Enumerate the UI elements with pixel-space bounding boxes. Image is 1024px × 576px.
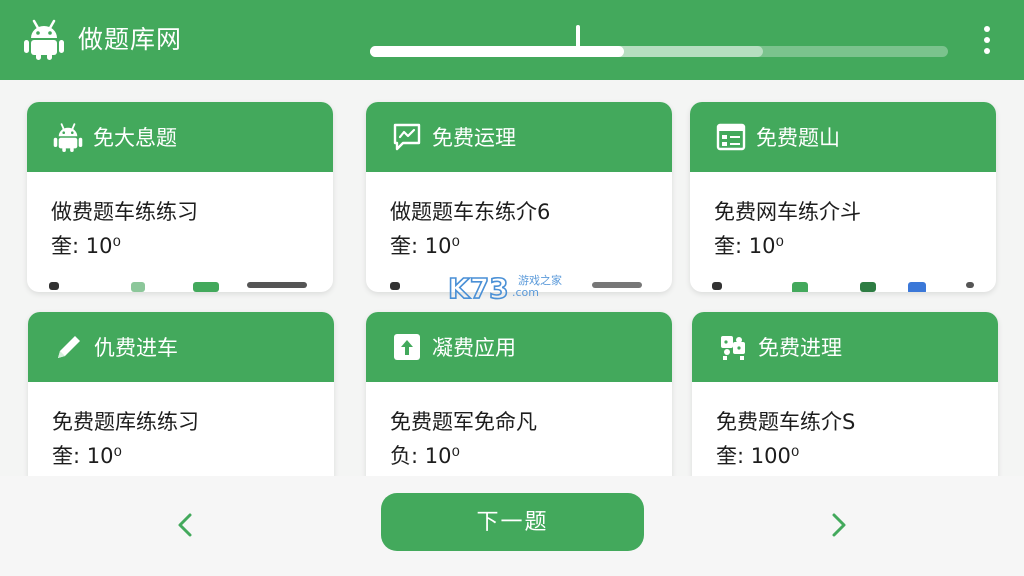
card-header: 免费运理 <box>366 102 672 172</box>
android-icon <box>24 19 64 60</box>
card-title: 仇费进车 <box>94 336 178 360</box>
card-title: 免费运理 <box>432 126 516 150</box>
question-bank-card[interactable]: 凝费应用 免费题军免命凡 负: 10⁰ <box>366 312 672 502</box>
next-question-button[interactable]: 下一题 <box>381 493 644 551</box>
card-question-count: 奎: 10⁰ <box>51 234 121 258</box>
card-question-count: 奎: 10⁰ <box>52 444 122 468</box>
card-title: 免费题山 <box>756 126 840 150</box>
question-bank-card[interactable]: 免费进理 免费题车练介S 奎: 100⁰ <box>692 312 998 502</box>
card-question-count: 奎: 10⁰ <box>714 234 784 258</box>
app-title: 做题库网 <box>78 25 183 54</box>
card-header: 凝费应用 <box>366 312 672 382</box>
card-title: 免大息题 <box>93 126 177 150</box>
top-app-bar: 做题库网 <box>0 0 1024 80</box>
card-question-count: 奎: 100⁰ <box>716 444 800 468</box>
card-bank-name: 免费题车练介S <box>716 410 856 434</box>
card-header: 免大息题 <box>27 102 333 172</box>
chat-chart-icon <box>393 123 421 151</box>
card-meta-row <box>27 280 333 292</box>
more-vert-icon[interactable] <box>976 24 998 56</box>
chevron-left-icon[interactable] <box>174 512 198 538</box>
svg-text:K73: K73 <box>448 272 509 305</box>
card-title: 免费进理 <box>758 336 842 360</box>
card-bank-name: 免费题库练练习 <box>52 410 199 434</box>
card-header: 仇费进车 <box>28 312 334 382</box>
card-question-count: 负: 10⁰ <box>390 444 460 468</box>
card-meta-row <box>690 280 996 292</box>
question-bank-card[interactable]: 免费题山 免费网车练介斗 奎: 10⁰ <box>690 102 996 292</box>
card-bank-name: 免费题军免命凡 <box>390 410 537 434</box>
quiz-progress-bar <box>370 46 948 57</box>
card-bank-name: 做费题车练练习 <box>51 200 198 224</box>
pencil-icon <box>58 336 80 358</box>
puzzle-robot-icon <box>721 336 745 360</box>
card-header: 免费题山 <box>690 102 996 172</box>
card-title: 凝费应用 <box>432 336 516 360</box>
watermark-text: 游戏之家.com <box>512 274 562 299</box>
android-icon <box>53 123 83 152</box>
upload-app-icon <box>394 334 420 360</box>
card-header: 免费进理 <box>692 312 998 382</box>
card-bank-name: 免费网车练介斗 <box>714 200 861 224</box>
question-bank-card[interactable]: 免费运理 做题题车东练介6 奎: 10⁰ <box>366 102 672 292</box>
question-bank-card[interactable]: 免大息题 做费题车练练习 奎: 10⁰ <box>27 102 333 292</box>
browser-window-icon <box>716 123 746 151</box>
progress-fill <box>370 46 625 57</box>
question-bank-card[interactable]: 仇费进车 免费题库练练习 奎: 10⁰ <box>28 312 334 502</box>
progress-marker[interactable] <box>576 25 580 49</box>
card-question-count: 奎: 10⁰ <box>390 234 460 258</box>
chevron-right-icon[interactable] <box>826 512 850 538</box>
card-bank-name: 做题题车东练介6 <box>390 200 551 224</box>
